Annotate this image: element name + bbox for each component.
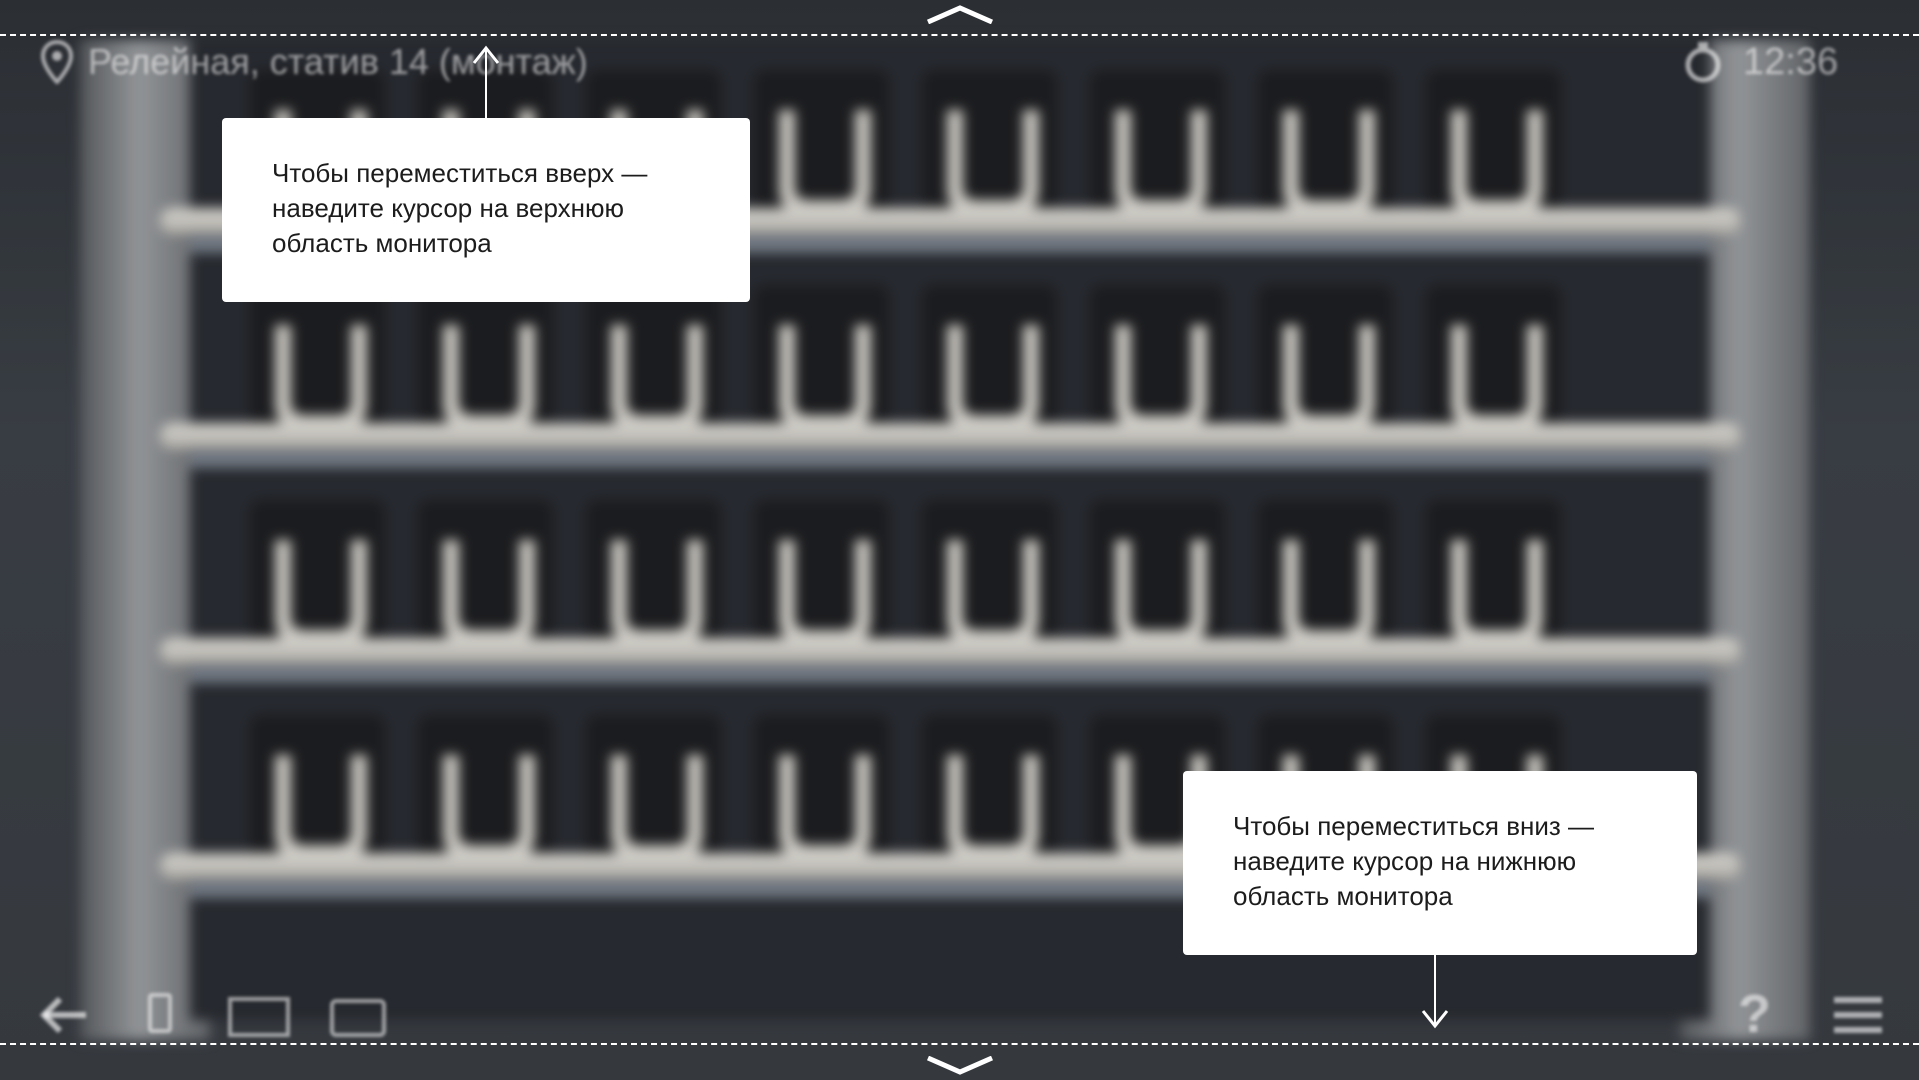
bottom-hover-zone-line [0,1043,1919,1045]
bottom-toolbar: ? [0,975,1919,1044]
location-pin-icon [40,40,74,84]
menu-icon[interactable] [1834,995,1882,1035]
tooltip-move-up: Чтобы переместиться вверх — наведите кур… [222,118,750,302]
timer-icon [1685,42,1721,83]
clock-indicator: 12:36 [1683,40,1838,84]
location-indicator: Релейная, статив 14 (монтаж) [40,40,588,84]
tooltip-move-down: Чтобы переместиться вниз — наведите курс… [1183,771,1697,955]
location-label: Релейная, статив 14 (монтаж) [88,41,588,82]
lantern-icon[interactable] [148,993,172,1033]
back-arrow-icon[interactable] [36,995,90,1035]
chevron-down-icon[interactable] [925,1056,995,1076]
camera-icon[interactable] [330,999,386,1037]
clock-time: 12:36 [1743,40,1839,83]
arrow-up-icon [472,45,500,64]
top-hover-zone-line [0,34,1919,36]
help-button[interactable]: ? [1738,983,1771,1045]
chevron-up-icon[interactable] [925,4,995,24]
map-icon[interactable] [228,997,290,1037]
